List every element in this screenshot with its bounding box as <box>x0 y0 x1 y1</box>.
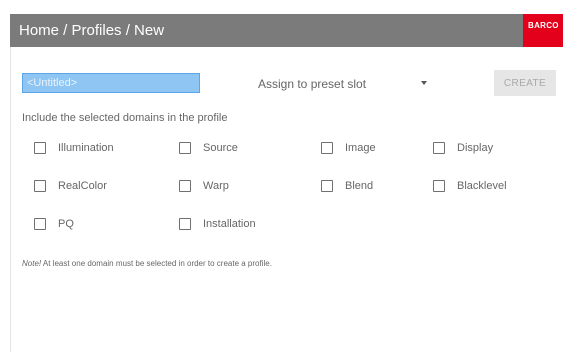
profile-name-input[interactable] <box>22 73 200 93</box>
checkbox[interactable] <box>34 142 46 154</box>
validation-note: Note! At least one domain must be select… <box>22 259 272 268</box>
breadcrumb: Home / Profiles / New <box>19 22 165 39</box>
barco-logo: BARCO <box>523 14 563 47</box>
create-button[interactable]: CREATE <box>494 70 556 96</box>
domain-label: Warp <box>203 180 229 192</box>
domain-source[interactable]: Source <box>179 140 238 156</box>
domain-label: Blend <box>345 180 374 192</box>
chevron-down-icon[interactable] <box>421 81 427 85</box>
checkbox[interactable] <box>433 180 445 192</box>
header-bar: Home / Profiles / New BARCO <box>10 14 563 47</box>
checkbox[interactable] <box>179 180 191 192</box>
domain-display[interactable]: Display <box>433 140 493 156</box>
domain-label: RealColor <box>58 180 107 192</box>
domain-label: Image <box>345 142 376 154</box>
domain-blend[interactable]: Blend <box>321 178 373 194</box>
domain-label: Display <box>457 142 494 154</box>
domain-blacklevel[interactable]: Blacklevel <box>433 178 507 194</box>
domain-installation[interactable]: Installation <box>179 216 256 232</box>
preset-slot-dropdown-label[interactable]: Assign to preset slot <box>258 77 366 91</box>
top-margin <box>0 0 563 14</box>
domain-label: Source <box>203 142 238 154</box>
checkbox[interactable] <box>321 180 333 192</box>
checkbox[interactable] <box>433 142 445 154</box>
domain-label: Blacklevel <box>457 180 507 192</box>
domain-label: PQ <box>58 218 74 230</box>
domain-pq[interactable]: PQ <box>34 216 74 232</box>
logo-text: BARCO <box>528 21 559 30</box>
checkbox[interactable] <box>34 218 46 230</box>
checkbox[interactable] <box>179 218 191 230</box>
domains-heading: Include the selected domains in the prof… <box>22 112 228 124</box>
checkbox[interactable] <box>34 180 46 192</box>
note-text: At least one domain must be selected in … <box>41 259 272 268</box>
note-prefix: Note! <box>22 259 42 268</box>
domain-label: Installation <box>203 218 256 230</box>
checkbox[interactable] <box>321 142 333 154</box>
domain-realcolor[interactable]: RealColor <box>34 178 107 194</box>
checkbox[interactable] <box>179 142 191 154</box>
domain-label: Illumination <box>58 142 114 154</box>
domain-illumination[interactable]: Illumination <box>34 140 114 156</box>
domain-warp[interactable]: Warp <box>179 178 229 194</box>
domain-image[interactable]: Image <box>321 140 376 156</box>
